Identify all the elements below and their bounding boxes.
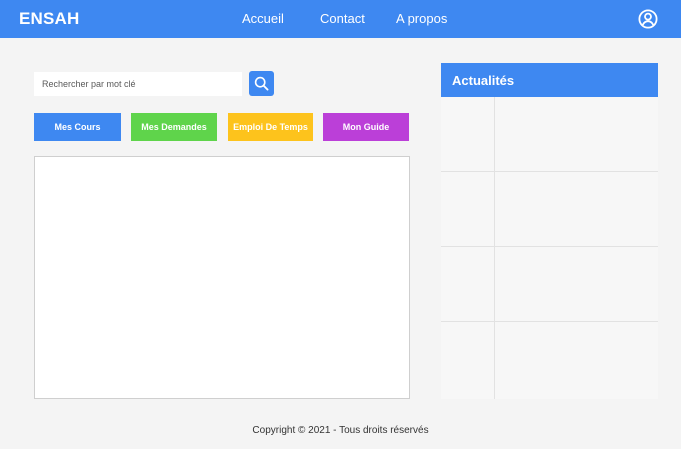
news-divider [494,322,495,399]
nav-link-accueil[interactable]: Accueil [242,11,284,26]
news-divider [494,97,495,171]
footer-copyright: Copyright © 2021 - Tous droits réservés [252,425,429,436]
news-item[interactable] [441,97,658,172]
mes-demandes-button[interactable]: Mes Demandes [131,113,217,141]
search-icon [254,76,269,91]
content-panel [34,156,410,399]
news-item[interactable] [441,172,658,247]
top-navbar: ENSAH Accueil Contact A propos [0,0,681,38]
news-item[interactable] [441,322,658,399]
search-input[interactable] [34,72,242,96]
user-circle-icon[interactable] [638,9,658,29]
search-button[interactable] [249,71,274,96]
brand-logo[interactable]: ENSAH [19,9,80,29]
news-title: Actualités [441,63,658,97]
emploi-de-temps-button[interactable]: Emploi De Temps [228,113,313,141]
news-divider [494,247,495,321]
news-item[interactable] [441,247,658,322]
mes-cours-button[interactable]: Mes Cours [34,113,121,141]
news-divider [494,172,495,246]
news-panel: Actualités [441,63,658,399]
nav-link-apropos[interactable]: A propos [396,11,447,26]
mon-guide-button[interactable]: Mon Guide [323,113,409,141]
nav-link-contact[interactable]: Contact [320,11,365,26]
